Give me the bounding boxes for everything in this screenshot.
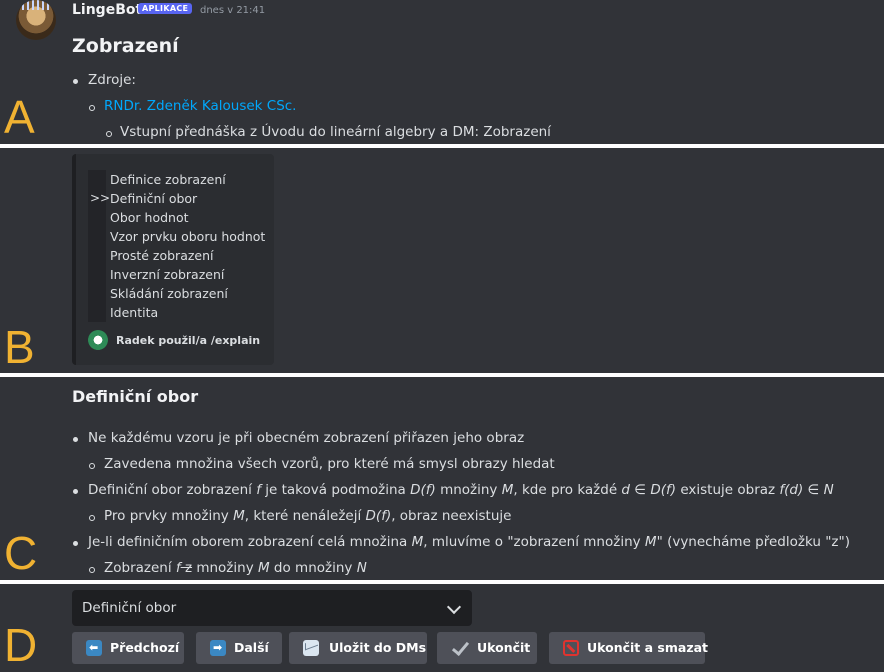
source-item: Vstupní přednáška z Úvodu do lineární al… [120, 124, 551, 140]
point-1: Ne každému vzoru je při obecném zobrazen… [88, 430, 525, 446]
end-and-delete-button[interactable]: Ukončit a smazat [549, 632, 709, 664]
toc-item-selected: Definiční obor [110, 191, 198, 206]
interaction-footer: Radek použil/a /explain [116, 334, 261, 347]
segment-label-a: A [4, 91, 35, 143]
segment-separator-2 [0, 373, 884, 377]
bullet-icon [89, 463, 95, 469]
username[interactable]: LingeBot [72, 2, 142, 18]
point-2: Definiční obor zobrazení f je taková pod… [88, 482, 834, 498]
previous-button-label: Předchozí [110, 640, 180, 655]
toc-item: Prosté zobrazení [110, 248, 214, 263]
timestamp: dnes v 21:41 [200, 5, 266, 16]
app-badge: APLIKACE [138, 3, 193, 14]
arrow-right-icon [210, 640, 226, 656]
avatar[interactable] [16, 0, 56, 40]
point-3: Je-li definičním oborem zobrazení celá m… [88, 534, 850, 550]
segment-separator-1 [0, 144, 884, 148]
select-value: Definiční obor [82, 600, 177, 616]
bullet-icon [73, 437, 78, 442]
bullet-icon [89, 105, 95, 111]
author-link[interactable]: RNDr. Zdeněk Kalousek CSc. [104, 98, 296, 114]
save-to-dms-button[interactable]: Uložit do DMs [289, 632, 427, 664]
user-avatar-icon [88, 330, 108, 350]
toc-current-marker: >> [90, 191, 111, 205]
bullet-icon [106, 131, 112, 137]
bullet-icon [89, 567, 95, 573]
section-title: Definiční obor [72, 387, 199, 406]
section-select-dropdown[interactable]: Definiční obor [72, 590, 472, 626]
end-button[interactable]: Ukončit [437, 632, 537, 664]
next-button[interactable]: Další [196, 632, 282, 664]
segment-label-b: B [4, 321, 35, 373]
toc-item: Identita [110, 305, 159, 320]
message-title: Zobrazení [72, 35, 179, 57]
point-1-sub: Zavedena množina všech vzorů, pro které … [104, 456, 555, 472]
point-2-sub: Pro prvky množiny M, které nenáležejí D(… [104, 508, 512, 524]
arrow-left-icon [86, 640, 102, 656]
toc-item: Skládání zobrazení [110, 286, 228, 301]
save-to-dms-label: Uložit do DMs [329, 640, 427, 655]
toc-item: Inverzní zobrazení [110, 267, 225, 282]
envelope-icon [303, 640, 319, 656]
toc-item: Definice zobrazení [110, 172, 226, 187]
bullet-icon [73, 489, 78, 494]
next-button-label: Další [234, 640, 269, 655]
segment-separator-3 [0, 580, 884, 584]
end-and-delete-label: Ukončit a smazat [587, 640, 709, 655]
check-icon [451, 640, 467, 656]
toc-item: Obor hodnot [110, 210, 189, 225]
no-entry-icon [563, 640, 579, 656]
segment-label-d: D [4, 619, 38, 671]
bullet-icon [73, 79, 78, 84]
bullet-icon [89, 515, 95, 521]
end-button-label: Ukončit [477, 640, 531, 655]
segment-label-c: C [4, 527, 38, 579]
toc-item: Vzor prvku oboru hodnot [110, 229, 266, 244]
chevron-down-icon [446, 599, 462, 615]
bullet-icon [73, 541, 78, 546]
sources-label: Zdroje: [88, 72, 136, 88]
point-3-sub: Zobrazení f z množiny M do množiny N [104, 560, 367, 576]
previous-button[interactable]: Předchozí [72, 632, 184, 664]
